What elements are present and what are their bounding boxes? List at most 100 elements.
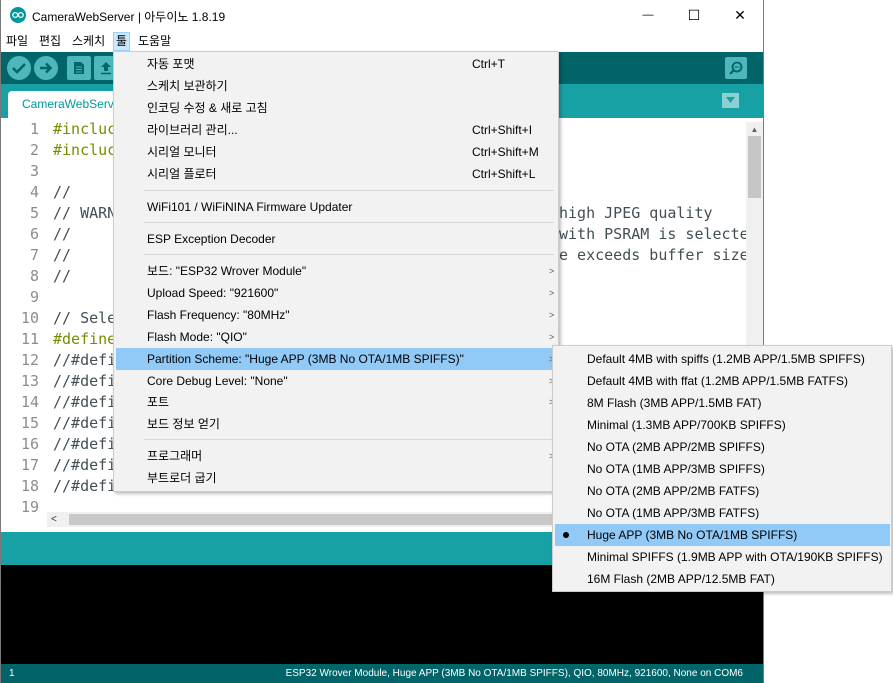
minimize-button[interactable]: —	[625, 0, 671, 30]
menu-item-partition-scheme[interactable]: Partition Scheme: "Huge APP (3MB No OTA/…	[116, 348, 556, 370]
partition-option[interactable]: 16M Flash (2MB APP/12.5MB FAT)	[555, 568, 890, 590]
partition-option[interactable]: 8M Flash (3MB APP/1.5MB FAT)	[555, 392, 890, 414]
scroll-up-icon[interactable]: ▲	[746, 122, 763, 136]
code-line: //#defi	[53, 372, 117, 390]
code-line-fragment: with PSRAM is selecte	[559, 225, 749, 243]
menu-item-label: 부트로더 굽기	[147, 471, 217, 485]
serial-monitor-button[interactable]	[725, 57, 747, 79]
footer-line-number: 1	[9, 668, 15, 679]
radio-selected-icon	[563, 532, 569, 538]
partition-option-label: No OTA (1MB APP/3MB SPIFFS)	[587, 462, 765, 476]
menu-item-label: 라이브러리 관리...	[147, 123, 238, 137]
menu-item-shortcut: Ctrl+Shift+M	[472, 145, 539, 159]
menu-item-get-board-info[interactable]: 보드 정보 얻기	[116, 413, 556, 435]
menu-item-serial-monitor[interactable]: 시리얼 모니터 Ctrl+Shift+M	[116, 141, 556, 163]
partition-option[interactable]: No OTA (2MB APP/2MB SPIFFS)	[555, 436, 890, 458]
menu-item-shortcut: Ctrl+T	[472, 57, 505, 71]
partition-option-label: No OTA (2MB APP/2MB SPIFFS)	[587, 440, 765, 454]
partition-option[interactable]: No OTA (2MB APP/2MB FATFS)	[555, 480, 890, 502]
menu-item-port[interactable]: 포트>	[116, 391, 556, 413]
scroll-left-icon[interactable]: <	[51, 512, 65, 527]
footer-bar: 1 ESP32 Wrover Module, Huge APP (3MB No …	[1, 664, 763, 683]
menu-item-label: 보드 정보 얻기	[147, 417, 220, 431]
partition-option[interactable]: Default 4MB with ffat (1.2MB APP/1.5MB F…	[555, 370, 890, 392]
menu-item-wifi-firmware-updater[interactable]: WiFi101 / WiFiNINA Firmware Updater	[116, 196, 556, 218]
menu-item-upload-speed[interactable]: Upload Speed: "921600" >	[116, 282, 556, 304]
menu-help[interactable]: 도움말	[136, 32, 173, 51]
menu-item-archive-sketch[interactable]: 스케치 보관하기	[116, 75, 556, 97]
upload-button[interactable]	[34, 56, 58, 80]
magnifier-icon	[729, 61, 743, 75]
maximize-icon: ☐	[687, 6, 701, 23]
partition-option-label: 8M Flash (3MB APP/1.5MB FAT)	[587, 396, 762, 410]
partition-option[interactable]: No OTA (1MB APP/3MB SPIFFS)	[555, 458, 890, 480]
maximize-button[interactable]: ☐	[671, 0, 717, 30]
line-number: 12	[20, 351, 39, 369]
menu-separator	[144, 222, 554, 223]
partition-option[interactable]: Minimal (1.3MB APP/700KB SPIFFS)	[555, 414, 890, 436]
line-number: 7	[29, 246, 39, 264]
menu-item-programmer[interactable]: 프로그래머>	[116, 445, 556, 467]
chevron-right-icon: >	[549, 266, 555, 276]
minimize-icon: —	[642, 9, 654, 21]
partition-option-label: 16M Flash (2MB APP/12.5MB FAT)	[587, 572, 775, 586]
code-line: //#defi	[53, 477, 117, 495]
menu-item-fix-encoding[interactable]: 인코딩 수정 & 새로 고침	[116, 97, 556, 119]
code-line: // WARN	[53, 204, 117, 222]
menu-item-flash-frequency[interactable]: Flash Frequency: "80MHz" >	[116, 304, 556, 326]
menu-sketch[interactable]: 스케치	[70, 32, 107, 51]
line-number: 10	[20, 309, 39, 327]
code-line: //#defi	[53, 351, 117, 369]
menu-item-board[interactable]: 보드: "ESP32 Wrover Module" >	[116, 260, 556, 282]
partition-option-label: No OTA (2MB APP/2MB FATFS)	[587, 484, 760, 498]
menu-item-manage-libraries[interactable]: 라이브러리 관리... Ctrl+Shift+I	[116, 119, 556, 141]
code-line: //	[53, 267, 72, 285]
menu-separator	[144, 190, 554, 191]
line-number: 19	[20, 498, 39, 513]
menu-item-label: Partition Scheme: "Huge APP (3MB No OTA/…	[147, 352, 464, 366]
menu-item-label: 시리얼 모니터	[147, 145, 217, 159]
code-line-fragment: e exceeds buffer size	[559, 246, 749, 264]
window-title: CameraWebServer | 아두이노 1.8.19	[32, 10, 226, 24]
partition-option[interactable]: Minimal SPIFFS (1.9MB APP with OTA/190KB…	[555, 546, 890, 568]
verify-button[interactable]	[7, 56, 31, 80]
code-line-fragment: high JPEG quality	[559, 204, 713, 222]
menu-edit[interactable]: 편집	[37, 32, 63, 51]
menu-item-label: Flash Frequency: "80MHz"	[147, 308, 290, 322]
footer-board-info: ESP32 Wrover Module, Huge APP (3MB No OT…	[285, 668, 743, 679]
menu-item-esp-exception-decoder[interactable]: ESP Exception Decoder	[116, 228, 556, 250]
title-bar: CameraWebServer | 아두이노 1.8.19 — ☐ ✕	[1, 0, 763, 30]
code-line: //#defi	[53, 414, 117, 432]
menu-item-label: Flash Mode: "QIO"	[147, 330, 247, 344]
tab-menu-button[interactable]	[722, 93, 739, 108]
menu-item-auto-format[interactable]: 자동 포맷 Ctrl+T	[116, 53, 556, 75]
upload-icon	[101, 62, 111, 75]
partition-option[interactable]: Huge APP (3MB No OTA/1MB SPIFFS)	[555, 524, 890, 546]
arrow-right-icon	[40, 62, 53, 74]
menu-separator	[144, 439, 554, 440]
code-line: //	[53, 225, 72, 243]
line-number-gutter: 1 2 3 4 5 6 7 8 9 10 11 12 13 14 15 16 17 18 19	[1, 118, 47, 513]
scrollbar-thumb[interactable]	[748, 136, 761, 198]
menu-item-core-debug-level[interactable]: Core Debug Level: "None">	[116, 370, 556, 392]
new-sketch-button[interactable]	[67, 56, 91, 80]
menu-item-flash-mode[interactable]: Flash Mode: "QIO" >	[116, 326, 556, 348]
code-line: //#defi	[53, 393, 117, 411]
arduino-logo-icon	[10, 7, 26, 23]
code-line: #incluc	[53, 120, 117, 138]
line-number: 18	[20, 477, 39, 495]
line-number: 5	[29, 204, 39, 222]
tools-dropdown-menu: 자동 포맷 Ctrl+T 스케치 보관하기 인코딩 수정 & 새로 고침 라이브러리 관…	[113, 51, 559, 492]
menu-file[interactable]: 파일	[4, 32, 30, 51]
menu-item-label: 자동 포맷	[147, 57, 195, 71]
partition-option[interactable]: No OTA (1MB APP/3MB FATFS)	[555, 502, 890, 524]
menu-tools[interactable]: 툴	[113, 32, 131, 51]
menu-item-serial-plotter[interactable]: 시리얼 플로터 Ctrl+Shift+L	[116, 163, 556, 185]
partition-option[interactable]: Default 4MB with spiffs (1.2MB APP/1.5MB…	[555, 348, 890, 370]
partition-option-label: Huge APP (3MB No OTA/1MB SPIFFS)	[587, 528, 798, 542]
close-icon: ✕	[734, 6, 746, 23]
close-button[interactable]: ✕	[717, 0, 763, 30]
menu-item-burn-bootloader[interactable]: 부트로더 굽기	[116, 467, 556, 489]
partition-option-label: Minimal SPIFFS (1.9MB APP with OTA/190KB…	[587, 550, 883, 564]
chevron-down-icon	[726, 97, 735, 103]
